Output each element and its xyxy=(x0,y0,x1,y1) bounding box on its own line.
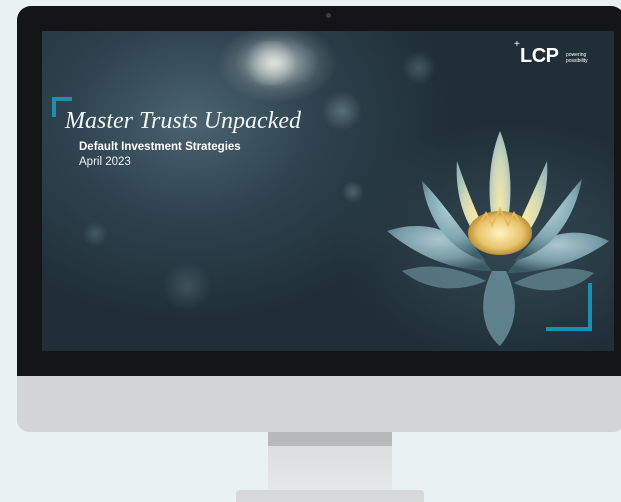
lcp-logo: + LCP powering possibility xyxy=(514,39,604,71)
logo-tagline: powering possibility xyxy=(566,52,588,64)
corner-bracket-bottom-right xyxy=(546,283,592,331)
webcam-icon xyxy=(326,13,331,18)
bokeh-light xyxy=(82,221,108,247)
monitor-chin xyxy=(17,376,621,432)
logo-mark: LCP xyxy=(520,45,559,67)
slide-subtitle: Default Investment Strategies xyxy=(79,141,241,153)
monitor-stand-base xyxy=(236,490,424,502)
presentation-slide: + LCP powering possibility Master Trusts… xyxy=(42,31,614,351)
logo-plus: + xyxy=(514,39,520,50)
monitor-stand xyxy=(268,432,392,490)
slide-title: Master Trusts Unpacked xyxy=(65,108,301,134)
bokeh-light xyxy=(242,41,300,85)
bokeh-light xyxy=(402,51,436,85)
bokeh-light xyxy=(322,91,362,131)
bokeh-light xyxy=(162,261,212,311)
bokeh-light xyxy=(342,181,364,203)
slide-date: April 2023 xyxy=(79,156,131,168)
